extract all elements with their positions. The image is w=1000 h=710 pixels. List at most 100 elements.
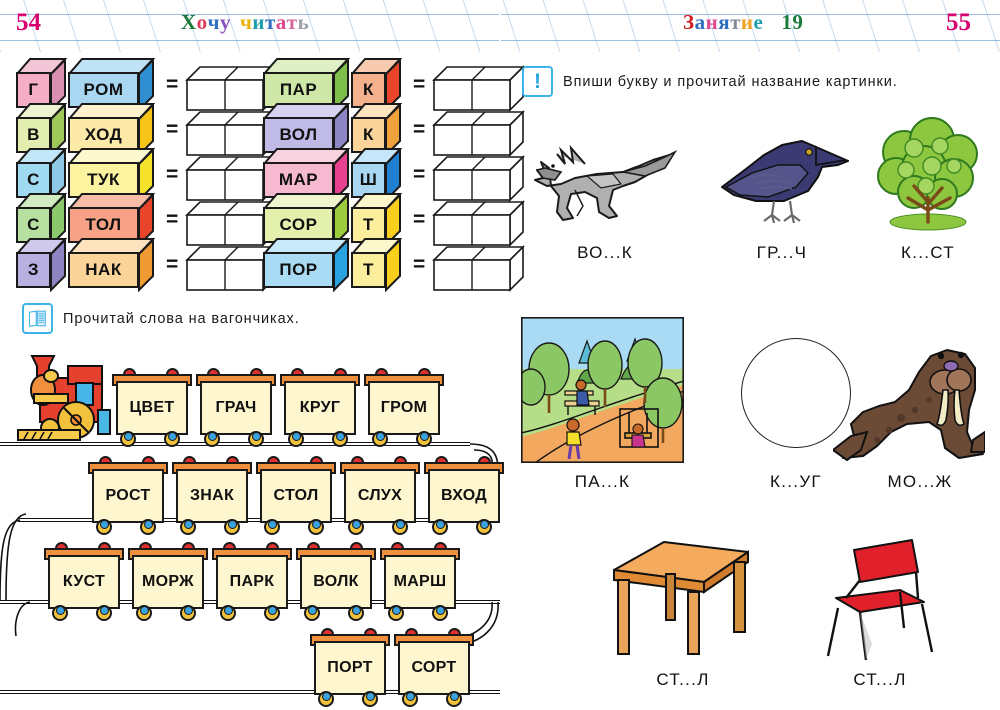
equals-sign: = [413, 253, 426, 276]
wagon-wheel [388, 605, 404, 621]
caption-rook: ГР...Ч [756, 243, 808, 262]
caption-chair: СТ...Л [853, 670, 907, 689]
empty-result-block[interactable] [432, 200, 526, 247]
title-letter: я [718, 10, 731, 34]
picture-instruction: ! Впиши букву и прочитай название картин… [522, 66, 898, 97]
title-letter: н [705, 10, 719, 34]
left-page-title: Хочу читать [181, 10, 309, 35]
wagon-wheel [96, 605, 112, 621]
block-equation-row: ПОР Т = [263, 238, 526, 292]
wheel-hub [308, 606, 317, 615]
wheel-hub [268, 606, 277, 615]
train-instruction-text: Прочитай слова на вагончиках. [63, 310, 300, 327]
title-letter: ч [240, 10, 253, 34]
wagon-word: МАРШ [384, 555, 456, 609]
wagon-word: ПАРК [216, 555, 288, 609]
title-letter: а [694, 10, 706, 34]
train-wagon: МОРЖ [128, 542, 208, 624]
word-block-side-face [333, 239, 349, 292]
bush-picture [877, 117, 978, 231]
train-wagon: ПОРТ [310, 628, 390, 710]
wheel-hub [376, 432, 385, 441]
train-wagon: ГРОМ [364, 368, 444, 450]
wagon-wheel [180, 519, 196, 535]
wagon-word: РОСТ [92, 469, 164, 523]
wheel-hub [208, 432, 217, 441]
wheel-hub [100, 606, 109, 615]
wagon-wheel [288, 431, 304, 447]
empty-result-block-shape [432, 245, 526, 292]
word-block-side-face [138, 239, 154, 292]
wagon-wheel [140, 519, 156, 535]
wagon-wheel [476, 519, 492, 535]
title-letter: ч [207, 10, 221, 34]
caption-circle: К...УГ [770, 472, 822, 491]
word-block-side-face [385, 239, 401, 292]
park-picture [521, 317, 684, 463]
table-picture [613, 541, 749, 655]
title-letter: и [252, 10, 265, 34]
empty-result-block[interactable] [432, 65, 526, 112]
wheel-hub [168, 432, 177, 441]
wagon-word: ВХОД [428, 469, 500, 523]
wagon-wheel [348, 605, 364, 621]
block-equation-row: З НАК = [16, 238, 279, 292]
train-wagon: ЦВЕТ [112, 368, 192, 450]
empty-result-block[interactable] [432, 245, 526, 292]
wheel-hub [124, 432, 133, 441]
wagon-wheel [264, 519, 280, 535]
wagon-wheel [446, 691, 462, 707]
caption-bush: К...СТ [901, 243, 955, 262]
title-letter: 9 [792, 10, 804, 34]
title-letter: и [740, 10, 754, 34]
wheel-hub [100, 520, 109, 529]
equals-sign: = [166, 253, 179, 276]
train-wagon: ПАРК [212, 542, 292, 624]
wagon-wheel [136, 605, 152, 621]
title-letter: а [275, 10, 287, 34]
word-block: НАК [68, 238, 156, 292]
wagon-wheel [372, 431, 388, 447]
wheel-hub [392, 606, 401, 615]
wagon-word: СОРТ [398, 641, 470, 695]
wheel-hub [322, 692, 331, 701]
chair-picture [826, 539, 934, 661]
train-wagon: ГРАЧ [196, 368, 276, 450]
train-illustration: ЦВЕТ ГРАЧ КРУГ ГРОМ РОСТ ЗНАК СТОЛ СЛУХ ВХОД КУСТ… [0, 346, 504, 707]
title-letter: ь [297, 10, 310, 34]
equals-sign: = [166, 163, 179, 186]
title-letter: т [264, 10, 276, 34]
train-wagon: СЛУХ [340, 456, 420, 538]
word-block: Т [351, 238, 403, 292]
exclamation-icon-glyph: ! [534, 70, 541, 93]
wagon-wheel [432, 519, 448, 535]
wagon-wheel [180, 605, 196, 621]
wolf-picture [534, 144, 678, 221]
word-block-front-face: З [16, 252, 51, 288]
wheel-hub [228, 520, 237, 529]
empty-result-block[interactable] [432, 110, 526, 157]
empty-result-block[interactable] [432, 155, 526, 202]
workbook-page: 54 55 Хочу читать Занятие 19 Г РОМ = В ХОД = С ТУ… [0, 0, 1000, 707]
caption-wolf: ВО...К [577, 243, 633, 262]
wagon-wheel [52, 605, 68, 621]
wagon-wheel [416, 431, 432, 447]
wheel-hub [336, 432, 345, 441]
right-page-title: Занятие 19 [683, 10, 803, 35]
wheel-hub [352, 606, 361, 615]
caption-walrus: МО...Ж [887, 472, 953, 491]
wheel-hub [366, 692, 375, 701]
wheel-hub [396, 520, 405, 529]
wagon-wheel [220, 605, 236, 621]
wheel-hub [436, 520, 445, 529]
title-letter: т [286, 10, 298, 34]
wagon-wheel [96, 519, 112, 535]
train-wagon: КРУГ [280, 368, 360, 450]
wagon-word: ЗНАК [176, 469, 248, 523]
wagon-word: ВОЛК [300, 555, 372, 609]
wagon-word: СТОЛ [260, 469, 332, 523]
wagon-word: ГРОМ [368, 381, 440, 435]
right-page-number: 55 [946, 9, 971, 36]
train-wagon: ВХОД [424, 456, 504, 538]
title-letter: у [220, 10, 232, 34]
